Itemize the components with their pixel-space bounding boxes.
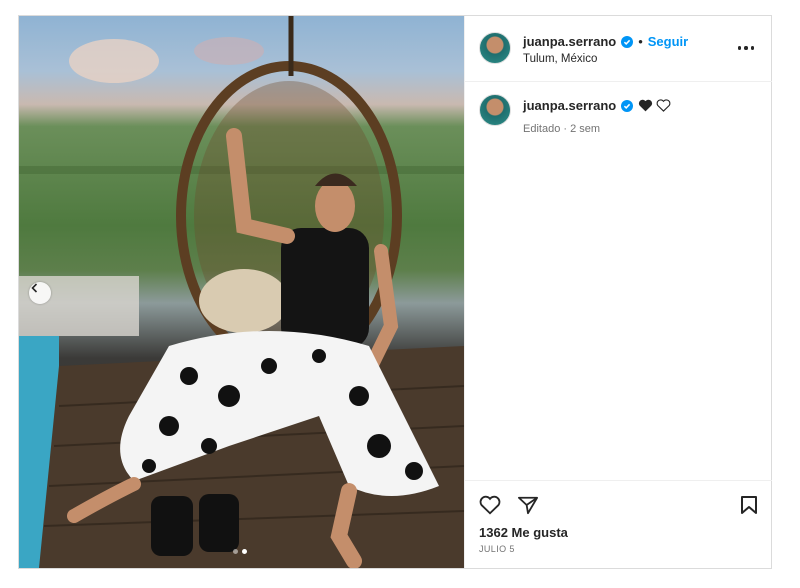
caption-meta: Editado · 2 sem (523, 123, 601, 135)
caption-username[interactable]: juanpa.serrano (523, 98, 616, 113)
share-icon (518, 496, 538, 515)
chevron-left-icon (31, 283, 38, 293)
verified-icon (621, 99, 634, 112)
save-button[interactable] (740, 495, 758, 520)
verified-icon (621, 35, 634, 48)
like-button[interactable] (479, 495, 501, 520)
action-bar: 1362 Me gusta JULIO 5 (465, 480, 772, 569)
post-date[interactable]: JULIO 5 (479, 544, 515, 554)
location-link[interactable]: Tulum, México (523, 53, 597, 65)
author-username[interactable]: juanpa.serrano (523, 34, 616, 49)
heart-icon (479, 495, 501, 515)
bookmark-icon (741, 496, 757, 514)
avatar[interactable] (479, 94, 511, 126)
avatar[interactable] (479, 32, 511, 64)
follow-button[interactable]: Seguir (648, 34, 688, 49)
post-sidebar: juanpa.serrano • Seguir Tulum, México ju… (464, 16, 772, 568)
likes-count[interactable]: 1362 Me gusta (479, 525, 568, 540)
more-icon (737, 46, 742, 50)
post-card: juanpa.serrano • Seguir Tulum, México ju… (18, 15, 772, 569)
carousel-dot (233, 549, 238, 554)
more-options-button[interactable] (734, 38, 758, 58)
post-header: juanpa.serrano • Seguir Tulum, México (465, 16, 772, 82)
share-button[interactable] (517, 495, 539, 520)
caption-text (638, 99, 671, 112)
white-heart-icon (656, 99, 671, 112)
carousel-dot-active (242, 549, 247, 554)
separator: • (638, 34, 643, 49)
photo-illustration (19, 16, 464, 568)
previous-image-button[interactable] (29, 282, 51, 304)
black-heart-icon (639, 99, 653, 112)
carousel-indicator (233, 549, 247, 554)
post-image[interactable] (19, 16, 464, 568)
